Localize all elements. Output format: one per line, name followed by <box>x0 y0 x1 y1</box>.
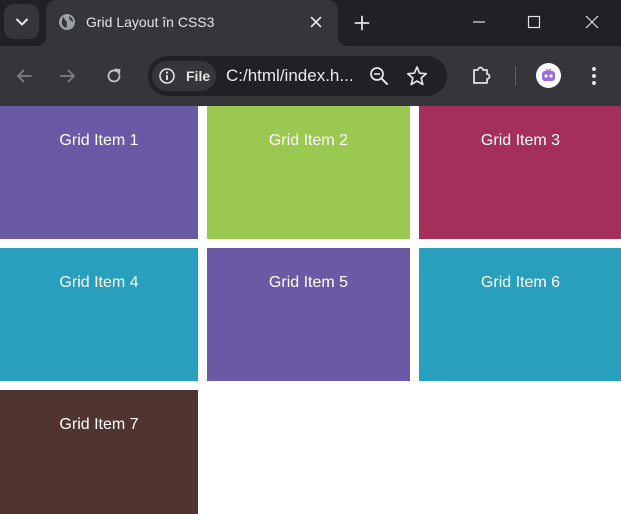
more-vert-icon <box>592 67 596 85</box>
tab-title: Grid Layout în CSS3 <box>86 14 215 30</box>
grid-item-2: Grid Item 2 <box>207 106 410 239</box>
site-info-chip[interactable]: File <box>152 61 216 91</box>
window-close-button[interactable] <box>569 0 615 44</box>
toolbar-divider <box>515 66 516 86</box>
tab-strip: Grid Layout în CSS3 <box>0 0 621 46</box>
tab-search-button[interactable] <box>4 4 39 39</box>
reload-button[interactable] <box>98 60 130 92</box>
grid-item-label: Grid Item 7 <box>59 416 139 433</box>
grid-item-label: Grid Item 2 <box>268 132 349 149</box>
reload-icon <box>107 68 121 83</box>
grid-item-7: Grid Item 7 <box>0 390 198 514</box>
page-viewport: Grid Item 1 Grid Item 2 Grid Item 3 Grid… <box>0 106 621 514</box>
extensions-puzzle-icon[interactable] <box>469 62 495 88</box>
grid-item-label: Grid Item 1 <box>59 132 139 149</box>
active-tab[interactable]: Grid Layout în CSS3 <box>36 0 348 46</box>
grid-item-4: Grid Item 4 <box>0 248 198 381</box>
profile-avatar[interactable] <box>536 63 561 88</box>
arrow-left-icon <box>17 69 32 83</box>
bookmark-star-icon[interactable] <box>406 65 428 87</box>
address-bar[interactable]: File C:/html/index.h... <box>148 56 447 96</box>
browser-menu-button[interactable] <box>584 62 604 90</box>
grid-item-label: Grid Item 5 <box>268 274 349 291</box>
maximize-button[interactable] <box>511 0 557 44</box>
globe-icon <box>59 14 75 30</box>
minimize-icon <box>473 21 485 23</box>
maximize-icon <box>527 15 541 29</box>
url-text[interactable]: C:/html/index.h... <box>226 66 354 86</box>
grid-item-label: Grid Item 6 <box>480 274 561 291</box>
forward-button[interactable] <box>52 60 84 92</box>
chevron-down-icon <box>15 18 28 25</box>
info-icon <box>159 68 175 84</box>
grid-item-6: Grid Item 6 <box>419 248 621 381</box>
minimize-button[interactable] <box>456 0 502 44</box>
back-button[interactable] <box>8 60 40 92</box>
zoom-out-icon[interactable] <box>368 65 390 87</box>
browser-toolbar: File C:/html/index.h... <box>0 46 621 106</box>
tab-close-button[interactable] <box>306 12 326 32</box>
new-tab-button[interactable] <box>350 11 374 35</box>
close-icon <box>310 16 322 28</box>
plus-icon <box>354 15 370 31</box>
avatar-icon <box>542 68 555 81</box>
grid-item-3: Grid Item 3 <box>419 106 621 239</box>
security-chip-label: File <box>186 68 211 84</box>
grid-item-1: Grid Item 1 <box>0 106 198 239</box>
grid-item-label: Grid Item 3 <box>480 132 561 149</box>
grid-item-5: Grid Item 5 <box>207 248 410 381</box>
close-icon <box>585 15 599 29</box>
grid-item-label: Grid Item 4 <box>59 274 139 291</box>
arrow-right-icon <box>60 69 75 83</box>
